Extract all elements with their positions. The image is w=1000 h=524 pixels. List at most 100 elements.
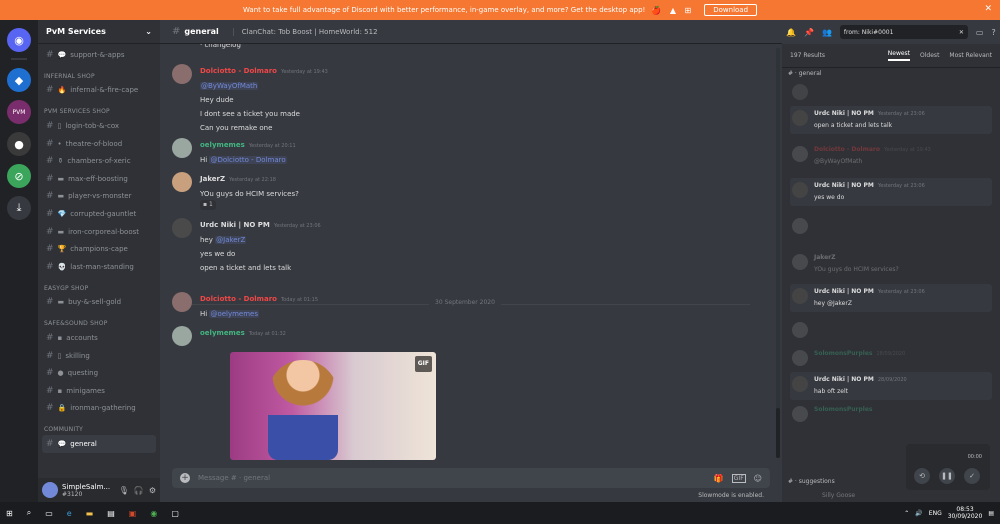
server-golden-icon[interactable]: ● bbox=[7, 132, 31, 156]
rewind-icon[interactable]: ⟲ bbox=[914, 468, 930, 484]
close-banner-icon[interactable]: ✕ bbox=[984, 4, 992, 14]
channel-item-questing[interactable]: # ● questing bbox=[38, 364, 160, 382]
server-pvm-icon[interactable]: PVM bbox=[7, 100, 31, 124]
gift-icon[interactable]: 🎁 bbox=[714, 474, 724, 483]
message-author[interactable]: oelymemes bbox=[200, 329, 245, 337]
category-header[interactable]: EASYGP SHOP bbox=[38, 276, 160, 294]
category-header[interactable]: PVM SERVICES SHOP bbox=[38, 99, 160, 117]
tab-newest[interactable]: Newest bbox=[887, 50, 911, 61]
headphones-icon[interactable]: 🎧 bbox=[134, 486, 144, 495]
attach-plus-icon[interactable]: + bbox=[180, 473, 190, 483]
chrome-icon[interactable]: ◉ bbox=[150, 509, 157, 518]
pin-icon[interactable]: 📌 bbox=[804, 28, 814, 37]
user-mention[interactable]: @oelymemes bbox=[209, 310, 260, 318]
bell-icon[interactable]: 🔔 bbox=[786, 28, 796, 37]
search-result[interactable]: Urdc Niki | NO PM Yesterday at 23:06 hey @… bbox=[790, 284, 992, 312]
download-apps-icon[interactable]: ⤓ bbox=[7, 196, 31, 220]
channel-item-champions-cape[interactable]: # 🏆 champions-cape bbox=[38, 240, 160, 258]
message-author[interactable]: oelymemes bbox=[200, 141, 245, 149]
discord-home-icon[interactable]: ◉ bbox=[7, 28, 31, 52]
pause-icon[interactable]: ❚❚ bbox=[939, 468, 955, 484]
search-result[interactable]: SolomonsPurples 28/09/2020 bbox=[790, 346, 992, 374]
category-header[interactable]: SAFE&SOUND SHOP bbox=[38, 311, 160, 329]
search-result[interactable] bbox=[790, 214, 992, 242]
message-author[interactable]: Urdc Niki | NO PM bbox=[200, 221, 270, 229]
file-explorer-icon[interactable]: ▬ bbox=[86, 509, 94, 518]
channel-item-buy-sell-gold[interactable]: # ▬ buy-&-sell-gold bbox=[38, 294, 160, 312]
avatar[interactable] bbox=[172, 326, 192, 346]
channel-item-theatre-of-blood[interactable]: # • theatre-of-blood bbox=[38, 135, 160, 153]
emoji-picker-icon[interactable]: ☺ bbox=[754, 474, 762, 483]
channel-item-last-man-standing[interactable]: # 💀 last-man-standing bbox=[38, 258, 160, 276]
gear-icon[interactable]: ⚙ bbox=[149, 486, 156, 495]
notifications-icon[interactable]: ▤ bbox=[988, 510, 994, 517]
members-icon[interactable]: 👥 bbox=[822, 28, 832, 37]
store-icon[interactable]: ▤ bbox=[107, 509, 115, 518]
task-view-icon[interactable]: ▭ bbox=[45, 509, 53, 518]
check-icon[interactable]: ✓ bbox=[964, 468, 980, 484]
message-author[interactable]: JakerZ bbox=[200, 175, 225, 183]
channel-item-max-eff-boosting[interactable]: # ▬ max-eff-boosting bbox=[38, 170, 160, 188]
volume-icon[interactable]: 🔊 bbox=[915, 510, 922, 517]
clear-search-icon[interactable]: ✕ bbox=[959, 29, 964, 36]
windows-start-icon[interactable]: ⊞ bbox=[6, 509, 13, 518]
app-window-icon[interactable]: ▢ bbox=[171, 509, 179, 518]
scrollbar[interactable] bbox=[776, 48, 780, 458]
channel-item-infernal-fire-cape[interactable]: # 🔥 infernal-&-fire-cape bbox=[38, 82, 160, 100]
avatar[interactable] bbox=[172, 292, 192, 312]
avatar[interactable] bbox=[172, 64, 192, 84]
download-button[interactable]: Download bbox=[704, 4, 758, 16]
channel-item-login-tob-cox[interactable]: # ▯ login-tob-&-cox bbox=[38, 117, 160, 135]
channel-item-ironman-gathering[interactable]: # 🔒 ironman-gathering bbox=[38, 400, 160, 418]
search-result[interactable]: Urdc Niki | NO PM Yesterday at 23:06 open … bbox=[790, 106, 992, 134]
app-icon[interactable]: ▣ bbox=[129, 509, 137, 518]
channel-item-corrupted-gauntlet[interactable]: # 💎 corrupted-gauntlet bbox=[38, 205, 160, 223]
message-author[interactable]: Dolciotto - Dolmaro bbox=[200, 67, 277, 75]
gif-image[interactable]: GIF bbox=[230, 352, 436, 460]
search-result[interactable]: Urdc Niki | NO PM 28/09/2020 hab oft zelt bbox=[790, 372, 992, 400]
server-header[interactable]: PvM Services ⌄ bbox=[38, 20, 160, 44]
search-result[interactable]: JakerZ YOu guys do HCIM services? bbox=[790, 250, 992, 278]
user-mention[interactable]: @Dolciotto - Dolmaro bbox=[209, 156, 287, 164]
channel-item-general[interactable]: # 💬 general bbox=[42, 435, 156, 453]
inbox-icon[interactable]: ▭ bbox=[976, 28, 984, 37]
channel-item-iron-corporeal-boost[interactable]: # ▬ iron-corporeal-boost bbox=[38, 223, 160, 241]
search-input[interactable]: from: Niki#0001 ✕ bbox=[839, 25, 968, 39]
server-blue-icon[interactable]: ◆ bbox=[7, 68, 31, 92]
explore-servers-icon[interactable]: ⊘ bbox=[7, 164, 31, 188]
category-header[interactable]: INFERNAL SHOP bbox=[38, 64, 160, 82]
tab-most-relevant[interactable]: Most Relevant bbox=[949, 52, 992, 59]
language-indicator[interactable]: ENG bbox=[929, 510, 942, 517]
search-result[interactable] bbox=[790, 318, 992, 346]
channel-item-chambers-of-xeric[interactable]: # ⚱ chambers-of-xeric bbox=[38, 152, 160, 170]
search-result[interactable]: Dolciotto - Dolmaro Yesterday at 19:43 @By… bbox=[790, 142, 992, 170]
scrollbar-thumb[interactable] bbox=[776, 408, 780, 458]
edge-icon[interactable]: e bbox=[67, 509, 72, 518]
search-result[interactable]: SolomonsPurples bbox=[790, 402, 992, 430]
microphone-icon[interactable]: 🎙 bbox=[119, 486, 129, 495]
channel-item-support-apps[interactable]: # 💬 support-&-apps bbox=[38, 46, 160, 64]
message-composer[interactable]: + Message # · general 🎁 GIF ☺ bbox=[172, 468, 770, 488]
tab-oldest[interactable]: Oldest bbox=[920, 52, 939, 59]
channel-item-player-vs-monster[interactable]: # ▬ player-vs-monster bbox=[38, 188, 160, 206]
user-mention[interactable]: @ByWayOfMath bbox=[200, 82, 259, 90]
reaction[interactable]: ▪ 1 bbox=[200, 200, 216, 210]
search-result[interactable] bbox=[790, 80, 992, 108]
avatar[interactable] bbox=[42, 482, 58, 498]
user-mention[interactable]: @JakerZ bbox=[215, 236, 247, 244]
network-icon[interactable]: ⌃ bbox=[904, 510, 909, 517]
message-author[interactable]: Dolciotto - Dolmaro bbox=[200, 295, 277, 303]
channel-item-minigames[interactable]: # ▪ minigames bbox=[38, 382, 160, 400]
avatar[interactable] bbox=[172, 218, 192, 238]
category-header[interactable]: COMMUNITY bbox=[38, 417, 160, 435]
channel-item-accounts[interactable]: # ▪ accounts bbox=[38, 329, 160, 347]
avatar[interactable] bbox=[172, 138, 192, 158]
avatar[interactable] bbox=[172, 172, 192, 192]
help-icon[interactable]: ? bbox=[991, 28, 995, 37]
gif-icon[interactable]: GIF bbox=[731, 473, 746, 483]
search-icon[interactable]: ⌕ bbox=[27, 508, 31, 518]
message-input[interactable]: Message # · general bbox=[198, 474, 270, 482]
search-result[interactable]: Urdc Niki | NO PM Yesterday at 23:06 yes w… bbox=[790, 178, 992, 206]
channel-item-skilling[interactable]: # ▯ skilling bbox=[38, 347, 160, 365]
clock[interactable]: 08:53 30/09/2020 bbox=[948, 506, 983, 520]
